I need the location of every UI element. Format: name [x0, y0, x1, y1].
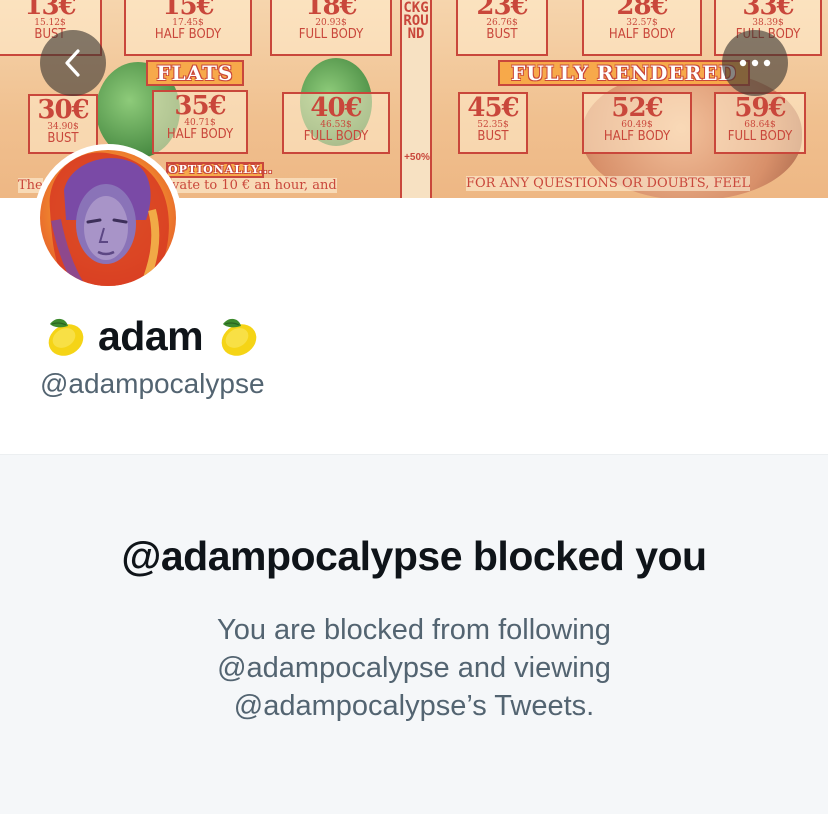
profile-name: adam — [98, 312, 204, 359]
blocked-line-3: @adampocalypse’s Tweets. — [233, 690, 595, 722]
blocked-description: You are blocked from following @adampoca… — [150, 611, 678, 725]
blocked-line-2: @adampocalypse and viewing — [217, 652, 611, 684]
lemon-icon — [48, 318, 84, 356]
more-horizontal-icon — [739, 59, 771, 67]
price-cell-rr-half: 52€ 60.49$ HALF BODY — [582, 92, 692, 154]
lemon-icon — [221, 318, 257, 356]
price-cell-flats-bust: 30€ 34.90$ BUST — [28, 94, 98, 154]
avatar[interactable] — [34, 144, 182, 292]
blocked-notice: @adampocalypse blocked you You are block… — [0, 454, 828, 814]
price-cell-flats-half: 35€ 40.71$ HALF BODY — [152, 90, 248, 154]
flats-ribbon: FLATS — [146, 60, 244, 86]
back-button[interactable] — [40, 30, 106, 96]
banner-note: vate to 10 € an hour, and — [172, 178, 337, 193]
banner-right-panel: 23€ 26.76$ BUST 28€ 32.57$ HALF BODY 33€… — [432, 0, 828, 198]
banner-right-note: FOR ANY QUESTIONS OR DOUBTS, FEEL — [466, 176, 751, 191]
price-cell-rr-full: 59€ 68.64$ FULL BODY — [714, 92, 806, 154]
blocked-line-1: You are blocked from following — [217, 614, 611, 646]
price-cell-flats-full: 40€ 46.53$ FULL BODY — [282, 92, 390, 154]
optionally-ribbon: OPTIONALLY... — [166, 162, 274, 178]
price-cell-full-body: 18€ 20.93$ FULL BODY — [270, 0, 392, 56]
price-cell-half-body: 15€ 17.45$ HALF BODY — [124, 0, 252, 56]
fully-rendered-ribbon: FULLY RENDERED — [498, 60, 750, 86]
chevron-left-icon — [65, 49, 80, 77]
price-cell-r-bust: 23€ 26.76$ BUST — [456, 0, 548, 56]
blocked-title: @adampocalypse blocked you — [121, 533, 707, 579]
price-cell-r-half: 28€ 32.57$ HALF BODY — [582, 0, 702, 56]
price-cell-rr-bust: 45€ 52.35$ BUST — [458, 92, 528, 154]
avatar-portrait — [40, 150, 176, 286]
profile-name-row: adam — [40, 308, 261, 364]
more-options-button[interactable] — [722, 30, 788, 96]
background-strip: CKGROUND +50% — [400, 0, 432, 198]
profile-handle: @adampocalypse — [40, 368, 265, 399]
